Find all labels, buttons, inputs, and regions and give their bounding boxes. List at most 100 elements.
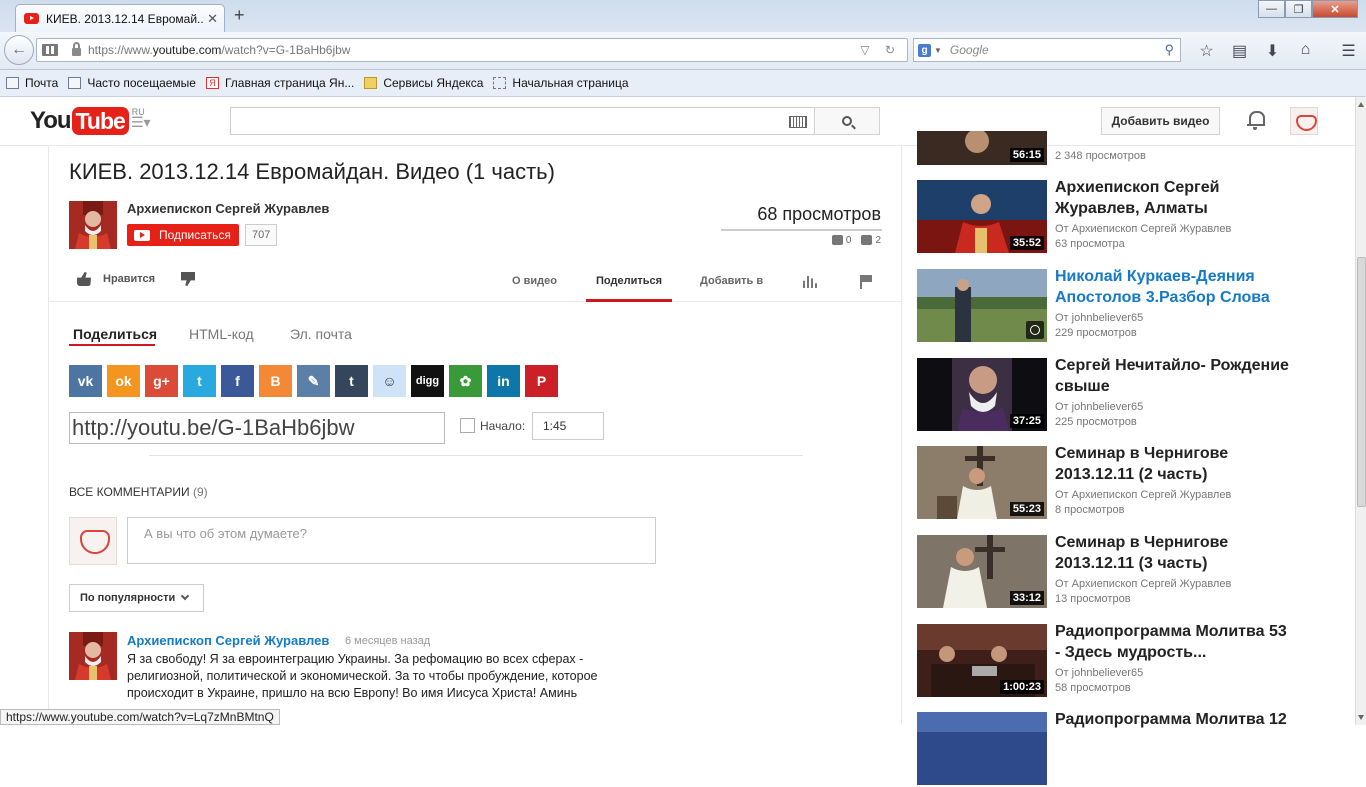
- mixi-share-button[interactable]: ✿: [449, 365, 482, 397]
- comment-author[interactable]: Архиепископ Сергей Журавлев: [127, 633, 329, 648]
- notifications-bell-icon[interactable]: [1247, 111, 1265, 130]
- related-video[interactable]: 55:23 Семинар в Чернигове 2013.12.11 (2 …: [917, 444, 1297, 521]
- video-thumbnail[interactable]: 33:12: [917, 535, 1047, 608]
- tab-bar: КИЕВ. 2013.12.14 Евромай... ✕ + — ❐ ✕: [0, 0, 1366, 32]
- tiles-icon[interactable]: [42, 44, 58, 56]
- close-tab-icon[interactable]: ✕: [207, 11, 218, 27]
- video-thumbnail[interactable]: [917, 269, 1047, 342]
- related-video[interactable]: 1:00:23 Радиопрограмма Молитва 53 - Здес…: [917, 622, 1297, 699]
- minimize-button[interactable]: —: [1258, 0, 1285, 18]
- related-title[interactable]: Радиопрограмма Молитва 53 - Здесь мудрос…: [1055, 622, 1295, 663]
- owner-name[interactable]: Архиепископ Сергей Журавлев: [127, 201, 329, 216]
- google-icon[interactable]: g: [918, 43, 931, 57]
- action-bar: Нравится О видео Поделиться Добавить в: [49, 262, 901, 302]
- comment-input[interactable]: А вы что об этом думаете?: [127, 517, 656, 564]
- scroll-down-icon[interactable]: [1358, 715, 1364, 720]
- digg-share-button[interactable]: digg: [411, 365, 444, 397]
- share-subtab-email[interactable]: Эл. почта: [290, 326, 352, 342]
- facebook-share-button[interactable]: f: [221, 365, 254, 397]
- video-thumbnail[interactable]: 55:23: [917, 446, 1047, 519]
- related-video[interactable]: Радиопрограмма Молитва 12: [917, 710, 1297, 787]
- bookmarks-list-icon[interactable]: ▤: [1223, 41, 1256, 61]
- related-title[interactable]: Сергей Нечитайло- Рождение свыше: [1055, 356, 1295, 397]
- youtube-logo[interactable]: You Tube RU: [30, 107, 145, 135]
- comment-author-avatar[interactable]: [69, 632, 117, 680]
- start-time-checkbox[interactable]: [460, 418, 475, 433]
- my-avatar[interactable]: [69, 517, 117, 565]
- yandex-icon: Я: [205, 77, 219, 89]
- owner-avatar[interactable]: [69, 201, 117, 249]
- start-time-input[interactable]: 1:45: [532, 412, 604, 440]
- related-video[interactable]: 37:25 Сергей Нечитайло- Рождение свыше О…: [917, 356, 1297, 433]
- related-video[interactable]: Николай Куркаев-Деяния Апостолов 3.Разбо…: [917, 267, 1297, 344]
- page-scrollbar[interactable]: [1355, 97, 1366, 725]
- reddit-share-button[interactable]: ☺: [373, 365, 406, 397]
- related-title[interactable]: Архиепископ Сергей Журавлев, Алматы: [1055, 178, 1295, 219]
- share-url-input[interactable]: http://youtu.be/G-1BaHb6jbw: [69, 412, 445, 444]
- blogger-share-button[interactable]: B: [259, 365, 292, 397]
- related-views: 8 просмотров: [1055, 504, 1125, 516]
- related-video[interactable]: 33:12 Семинар в Чернигове 2013.12.11 (3 …: [917, 533, 1297, 610]
- reload-icon[interactable]: ▽ ↻: [860, 43, 901, 57]
- tab-title: КИЕВ. 2013.12.14 Евромай...: [46, 11, 204, 26]
- bookmark-most-visited[interactable]: Часто посещаемые: [68, 76, 196, 90]
- livejournal-share-button[interactable]: ✎: [297, 365, 330, 397]
- close-window-button[interactable]: ✕: [1312, 0, 1358, 18]
- linkedin-share-button[interactable]: in: [487, 365, 520, 397]
- share-subtab-share[interactable]: Поделиться: [73, 326, 157, 342]
- related-video[interactable]: 35:52 Архиепископ Сергей Журавлев, Алмат…: [917, 178, 1297, 255]
- star-icon[interactable]: ☆: [1190, 41, 1223, 61]
- subscribe-button[interactable]: Подписаться: [127, 224, 239, 246]
- search-input[interactable]: [230, 107, 815, 135]
- watch-later-icon[interactable]: [1026, 321, 1044, 339]
- odnoklassniki-share-button[interactable]: ok: [107, 365, 140, 397]
- search-icon[interactable]: ⚲: [1164, 42, 1174, 58]
- tab-add-to[interactable]: Добавить в: [700, 275, 763, 287]
- lock-icon[interactable]: [72, 42, 81, 56]
- share-subtab-embed[interactable]: HTML-код: [189, 326, 254, 342]
- tab-share[interactable]: Поделиться: [596, 275, 662, 287]
- video-thumbnail[interactable]: 1:00:23: [917, 624, 1047, 697]
- bookmark-yandex-home[interactable]: Я Главная страница Ян...: [205, 76, 354, 90]
- dislike-button[interactable]: [181, 272, 195, 286]
- sort-comments-button[interactable]: По популярности: [69, 584, 204, 612]
- download-icon[interactable]: ⬇: [1256, 41, 1289, 61]
- vk-share-button[interactable]: vk: [69, 365, 102, 397]
- statistics-icon[interactable]: [803, 276, 817, 288]
- video-thumbnail[interactable]: 37:25: [917, 358, 1047, 431]
- menu-icon[interactable]: ☰: [1332, 41, 1365, 61]
- browser-tab[interactable]: КИЕВ. 2013.12.14 Евромай... ✕: [15, 4, 225, 32]
- back-button[interactable]: ←: [4, 35, 34, 65]
- keyboard-icon[interactable]: [789, 116, 807, 128]
- scroll-thumb[interactable]: [1357, 257, 1366, 507]
- bookmark-yandex-services[interactable]: Сервисы Яндекса: [364, 76, 483, 90]
- video-thumbnail[interactable]: 35:52: [917, 180, 1047, 253]
- restore-button[interactable]: ❐: [1285, 0, 1312, 18]
- video-thumbnail[interactable]: [917, 712, 1047, 785]
- bookmark-mail[interactable]: Почта: [6, 76, 58, 90]
- address-bar[interactable]: https://www.youtube.com/watch?v=G-1BaHb6…: [36, 38, 908, 62]
- new-tab-button[interactable]: +: [234, 5, 245, 26]
- related-title[interactable]: Семинар в Чернигове 2013.12.11 (3 часть): [1055, 533, 1295, 574]
- mail-icon: [6, 77, 19, 89]
- video-thumbnail[interactable]: 56:15: [917, 131, 1047, 165]
- flag-icon[interactable]: [860, 275, 872, 289]
- tumblr-share-button[interactable]: t: [335, 365, 368, 397]
- twitter-share-button[interactable]: t: [183, 365, 216, 397]
- guide-menu-icon[interactable]: ☰▾: [131, 114, 151, 131]
- comment-time[interactable]: 6 месяцев назад: [345, 635, 430, 647]
- related-title[interactable]: Семинар в Чернигове 2013.12.11 (2 часть): [1055, 444, 1295, 485]
- pinterest-share-button[interactable]: P: [525, 365, 558, 397]
- dropdown-arrow-icon[interactable]: ▼: [934, 46, 942, 55]
- related-title[interactable]: Радиопрограмма Молитва 12: [1055, 710, 1295, 731]
- scroll-up-icon[interactable]: [1358, 102, 1364, 107]
- browser-search[interactable]: g ▼ Google ⚲: [913, 38, 1181, 62]
- related-channel: От Архиепископ Сергей Журавлев: [1055, 223, 1232, 235]
- tab-about[interactable]: О видео: [512, 275, 557, 287]
- home-icon[interactable]: ⌂: [1289, 41, 1322, 61]
- search-button[interactable]: [814, 107, 880, 135]
- google-plus-share-button[interactable]: g+: [145, 365, 178, 397]
- bookmark-start-page[interactable]: Начальная страница: [493, 76, 629, 90]
- related-title[interactable]: Николай Куркаев-Деяния Апостолов 3.Разбо…: [1055, 267, 1295, 308]
- like-button[interactable]: Нравится: [77, 272, 155, 286]
